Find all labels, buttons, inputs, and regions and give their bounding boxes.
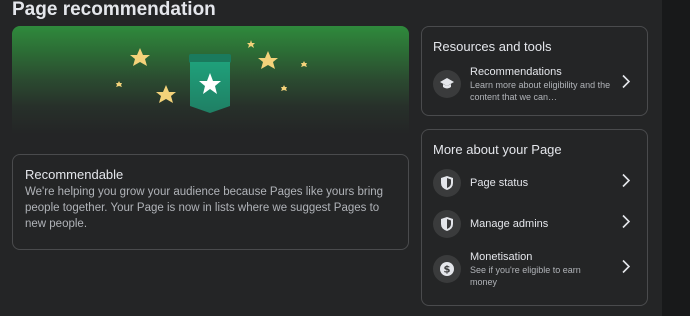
- more-about-page-card: More about your Page Page status Manage …: [421, 129, 648, 306]
- star-decoration: [247, 40, 255, 48]
- recommendations-link[interactable]: Recommendations Learn more about eligibi…: [433, 62, 636, 106]
- shield-icon: [433, 169, 461, 197]
- manage-admins-label: Manage admins: [470, 218, 549, 230]
- hero-banner: [12, 26, 409, 134]
- star-decoration: [116, 81, 122, 87]
- dollar-icon: $: [433, 255, 461, 283]
- more-about-page-title: More about your Page: [433, 142, 562, 157]
- shield-icon: [433, 210, 461, 238]
- resources-title: Resources and tools: [433, 39, 552, 54]
- monetisation-label: Monetisation: [470, 251, 533, 263]
- monetisation-description: See if you're eligible to earn money: [470, 265, 581, 287]
- star-decoration: [156, 85, 176, 103]
- page-title: Page recommendation: [12, 0, 216, 20]
- chevron-right-icon: [622, 74, 631, 94]
- recommendable-card: Recommendable We're helping you grow you…: [12, 154, 409, 250]
- star-decoration: [258, 51, 278, 69]
- chevron-right-icon: [622, 173, 631, 193]
- chevron-right-icon: [622, 259, 631, 279]
- page-edge-strip: [662, 0, 690, 316]
- page-status-label: Page status: [470, 177, 529, 189]
- recommendations-label: Recommendations: [470, 66, 562, 78]
- page-status-link[interactable]: Page status: [433, 163, 636, 203]
- recommendation-badge-icon: [189, 54, 231, 113]
- recommendable-description: We're helping you grow your audience bec…: [25, 186, 384, 230]
- manage-admins-link[interactable]: Manage admins: [433, 203, 636, 245]
- chevron-right-icon: [622, 214, 631, 234]
- monetisation-link[interactable]: $ Monetisation See if you're eligible to…: [433, 245, 636, 293]
- recommendations-description: Learn more about eligibility and the con…: [470, 80, 611, 102]
- star-decoration: [301, 61, 307, 67]
- resources-card: Resources and tools Recommendations Lear…: [421, 26, 648, 116]
- svg-text:$: $: [444, 265, 451, 276]
- star-decoration: [281, 85, 287, 91]
- recommendable-title: Recommendable: [25, 167, 124, 182]
- graduation-cap-icon: [433, 70, 461, 98]
- star-decoration: [130, 48, 150, 66]
